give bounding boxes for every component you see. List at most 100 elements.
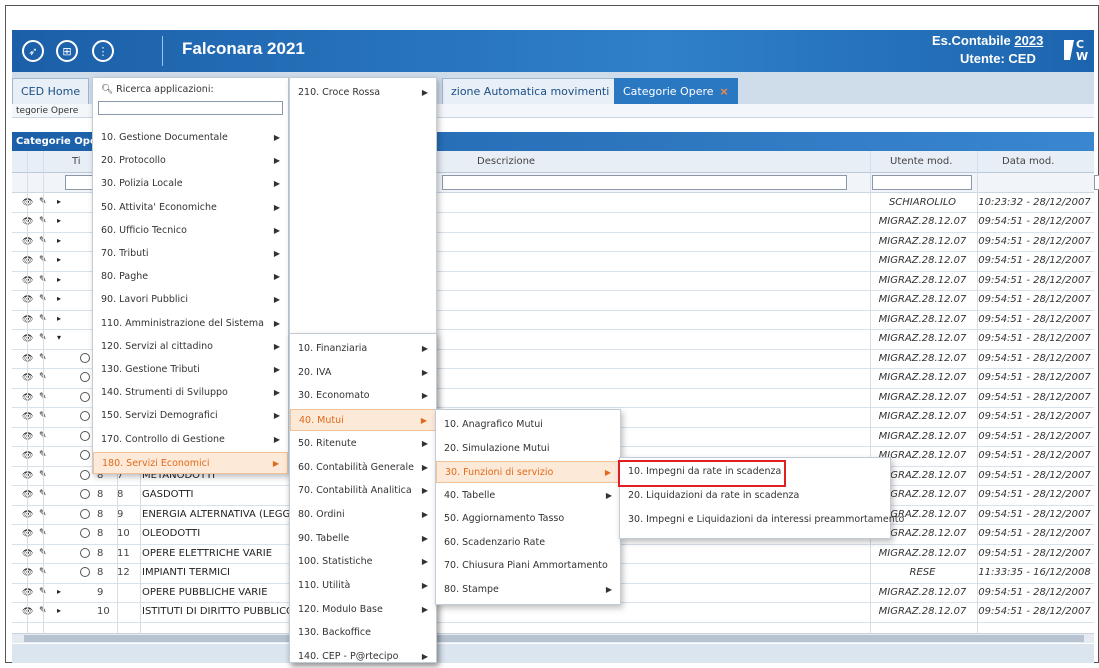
apps-grid-icon[interactable]: ⊞: [56, 40, 78, 62]
menu-item[interactable]: 50. Aggiornamento Tasso: [436, 508, 620, 530]
menu-item[interactable]: 120. Servizi al cittadino ▶: [93, 336, 288, 358]
menu-item[interactable]: 30. Polizia Locale ▶: [93, 173, 288, 195]
radio-button[interactable]: [80, 528, 90, 538]
cell-data-mod: 09:54:51 - 28/12/2007: [978, 333, 1091, 344]
filter-utente-input[interactable]: [872, 175, 972, 190]
menu-item[interactable]: 100. Statistiche ▶: [290, 551, 436, 573]
menu-item[interactable]: 180. Servizi Economici ▶: [93, 451, 288, 474]
cell-data-mod: 09:54:51 - 28/12/2007: [978, 508, 1091, 520]
caret-right-icon: ▶: [273, 318, 280, 328]
expand-arrow-icon[interactable]: ▸: [57, 216, 61, 225]
scroll-thumb[interactable]: [24, 635, 1084, 642]
menu-item[interactable]: 30. Impegni e Liquidazioni da interessi …: [620, 509, 904, 531]
expand-arrow-icon[interactable]: ▸: [57, 236, 61, 245]
caret-right-icon: ▶: [420, 416, 427, 426]
close-icon[interactable]: ×: [720, 85, 729, 98]
menu-item[interactable]: 10. Anagrafico Mutui: [436, 414, 620, 436]
tab-ced-home[interactable]: CED Home: [12, 78, 90, 104]
expand-arrow-icon[interactable]: ▸: [57, 606, 61, 615]
rocket-icon[interactable]: ➶: [22, 40, 44, 62]
menu-item-label: 130. Backoffice: [298, 627, 371, 639]
menu-item[interactable]: 30. Economato ▶: [290, 385, 436, 407]
menu-item[interactable]: 10. Gestione Documentale ▶: [93, 127, 288, 149]
col-divider: [43, 151, 44, 636]
menu-item[interactable]: 80. Ordini ▶: [290, 504, 436, 526]
menu-item[interactable]: 60. Ufficio Tecnico ▶: [93, 220, 288, 242]
menu-item[interactable]: 130. Gestione Tributi ▶: [93, 359, 288, 381]
expand-arrow-icon[interactable]: ▸: [57, 275, 61, 284]
radio-button[interactable]: [80, 411, 90, 421]
menu-item[interactable]: 90. Tabelle ▶: [290, 528, 436, 550]
col-descrizione[interactable]: Descrizione: [477, 156, 535, 167]
user-label: Utente: CED: [960, 51, 1036, 66]
menu-item[interactable]: 50. Attivita' Economiche ▶: [93, 197, 288, 219]
col-data-mod[interactable]: Data mod.: [1002, 156, 1054, 167]
menu-item[interactable]: 140. Strumenti di Sviluppo ▶: [93, 382, 288, 404]
menu-item[interactable]: 70. Contabilità Analitica ▶: [290, 480, 436, 502]
expand-arrow-icon[interactable]: ▸: [57, 255, 61, 264]
cell-tipo: 9: [97, 586, 104, 598]
menu-item[interactable]: 140. CEP - P@rtecipo ▶: [290, 646, 436, 668]
cell-data-mod: 09:54:51 - 28/12/2007: [978, 450, 1091, 461]
menu-item[interactable]: 20. Liquidazioni da rate in scadenza: [620, 485, 890, 507]
expand-arrow-icon[interactable]: ▾: [57, 333, 61, 342]
menu-item[interactable]: 80. Paghe ▶: [93, 266, 288, 288]
cell-data-mod: 09:54:51 - 28/12/2007: [978, 255, 1091, 266]
radio-button[interactable]: [80, 391, 90, 402]
menu-item-label: 170. Controllo di Gestione: [101, 433, 225, 445]
radio-button[interactable]: [80, 489, 90, 499]
radio-button[interactable]: [80, 450, 90, 460]
menu-item[interactable]: 60. Scadenzario Rate: [436, 532, 620, 554]
col-tipo[interactable]: Ti: [72, 156, 81, 167]
radio-button[interactable]: [80, 430, 90, 441]
menu-item[interactable]: 40. Mutui ▶: [290, 409, 436, 432]
radio-button[interactable]: [80, 372, 90, 382]
menu-item[interactable]: 20. Simulazione Mutui: [436, 438, 620, 460]
menu-item[interactable]: 80. Stampe ▶: [436, 579, 620, 601]
cell-utente-mod: MIGRAZ.28.12.07: [878, 294, 967, 305]
menu-item[interactable]: 40. Tabelle ▶: [436, 485, 620, 507]
radio-button[interactable]: [80, 567, 90, 577]
menu-item[interactable]: 50. Ritenute ▶: [290, 433, 436, 455]
es-contabile[interactable]: Es.Contabile 2023: [932, 33, 1043, 48]
menu-item[interactable]: 120. Modulo Base ▶: [290, 599, 436, 621]
menu-item[interactable]: 30. Funzioni di servizio ▶: [436, 461, 620, 483]
menu-item[interactable]: 130. Backoffice: [290, 622, 436, 644]
cell-data-mod: 11:33:35 - 16/12/2008: [978, 567, 1091, 578]
menu-item[interactable]: 90. Lavori Pubblici ▶: [93, 289, 288, 311]
menu-item[interactable]: 10. Finanziaria ▶: [290, 338, 436, 360]
menu-item[interactable]: 20. IVA ▶: [290, 362, 436, 384]
expand-arrow-icon[interactable]: ▸: [57, 294, 61, 303]
menu-item[interactable]: 170. Controllo di Gestione ▶: [93, 429, 288, 451]
menu-item[interactable]: 70. Tributi ▶: [93, 243, 288, 265]
radio-button[interactable]: [80, 469, 90, 480]
radio-button[interactable]: [80, 547, 90, 558]
filter-data-input[interactable]: [1094, 175, 1099, 190]
tab-categorie-opere[interactable]: Categorie Opere ×: [614, 78, 738, 104]
table-row[interactable]: 👁✎▸10ISTITUTI DI DIRITTO PUBBLICOMIGRAZ.…: [12, 603, 1094, 623]
menu-item-label: 180. Servizi Economici: [102, 457, 210, 469]
caret-right-icon: ▶: [421, 462, 428, 472]
radio-button[interactable]: [80, 352, 90, 363]
menu-item[interactable]: 70. Chiusura Piani Ammortamento: [436, 555, 620, 577]
menu-item[interactable]: 20. Protocollo ▶: [93, 150, 288, 172]
cell-data-mod: 09:54:51 - 28/12/2007: [978, 586, 1091, 598]
menu-item[interactable]: 60. Contabilità Generale ▶: [290, 457, 436, 479]
menu-item[interactable]: 110. Amministrazione del Sistema ▶: [93, 313, 288, 335]
expand-arrow-icon[interactable]: ▸: [57, 587, 61, 596]
filter-descrizione-input[interactable]: [442, 175, 847, 190]
menu-item-label: 100. Statistiche: [298, 556, 373, 568]
cell-descrizione: ENERGIA ALTERNATIVA (LEGGE: [142, 508, 297, 520]
info-menu-icon[interactable]: ⋮: [92, 40, 114, 62]
horizontal-scrollbar[interactable]: [12, 633, 1094, 643]
menu-item[interactable]: 210. Croce Rossa ▶: [290, 82, 436, 104]
expand-arrow-icon[interactable]: ▸: [57, 197, 61, 206]
col-utente-mod[interactable]: Utente mod.: [890, 156, 952, 167]
menu-item[interactable]: 150. Servizi Demografici ▶: [93, 405, 288, 427]
expand-arrow-icon[interactable]: ▸: [57, 314, 61, 323]
search-input[interactable]: [98, 101, 283, 115]
menu-item-label: 40. Mutui: [299, 415, 344, 427]
radio-button[interactable]: [80, 508, 90, 519]
tab-generazione-movimenti[interactable]: zione Automatica movimenti×: [442, 78, 634, 104]
menu-item[interactable]: 110. Utilità ▶: [290, 575, 436, 597]
